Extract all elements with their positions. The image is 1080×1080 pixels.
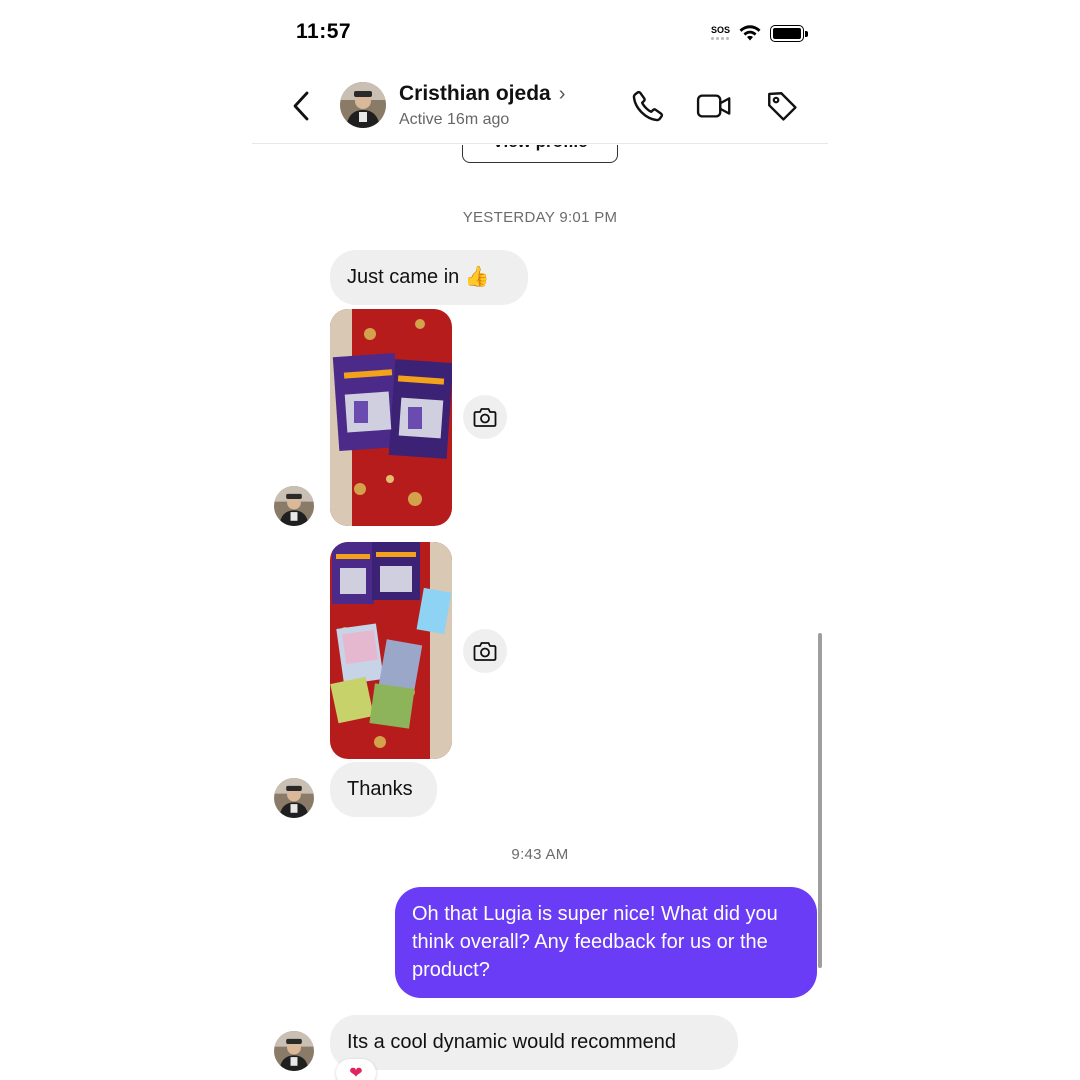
status-icons: SOS [711,24,808,42]
phone-icon [632,90,664,122]
heart-reaction[interactable]: ❤ [336,1059,376,1080]
incoming-message[interactable]: Its a cool dynamic would recommend [330,1015,738,1070]
battery-icon [770,24,808,42]
chat-header: Cristhian ojeda › Active 16m ago [252,66,828,144]
photo-message[interactable] [330,542,452,759]
sender-avatar[interactable] [274,778,314,818]
sos-indicator: SOS [711,26,730,40]
view-profile-button[interactable]: View profile [462,145,618,163]
back-icon [293,91,309,121]
outgoing-message[interactable]: Oh that Lugia is super nice! What did yo… [395,887,817,998]
wifi-icon [739,25,761,41]
tag-icon [768,92,797,121]
contact-active-status: Active 16m ago [399,111,510,128]
scrollbar[interactable] [818,633,822,968]
sender-avatar[interactable] [274,486,314,526]
timestamp-divider: 9:43 AM [511,846,569,863]
chat-thread[interactable]: View profile YESTERDAY 9:01 PM Just came… [252,145,828,1080]
message-text: Oh that Lugia is super nice! What did yo… [412,903,778,981]
video-call-button[interactable] [696,88,732,124]
save-photo-button[interactable] [463,629,507,673]
signal-dots-icon [711,37,730,40]
incoming-message[interactable]: Thanks [330,762,437,817]
sos-label: SOS [710,25,730,35]
message-text: Its a cool dynamic would recommend [347,1031,677,1053]
save-photo-button[interactable] [463,395,507,439]
message-text: Thanks [347,778,413,800]
label-button[interactable] [764,88,800,124]
back-button[interactable] [288,86,314,126]
sender-avatar[interactable] [274,1031,314,1071]
timestamp-divider: YESTERDAY 9:01 PM [462,209,618,226]
status-time: 11:57 [296,20,352,43]
message-text: Just came in 👍 [347,266,490,288]
contact-name-row[interactable]: Cristhian ojeda › [399,82,565,106]
camera-icon [473,408,497,427]
contact-name: Cristhian ojeda [399,82,551,105]
camera-icon [473,642,497,661]
contact-avatar[interactable] [340,82,386,128]
video-camera-icon [696,94,731,118]
chevron-right-icon: › [558,82,566,105]
heart-icon: ❤ [349,1065,363,1080]
voice-call-button[interactable] [630,88,666,124]
incoming-message[interactable]: Just came in 👍 [330,250,528,305]
photo-message[interactable] [330,309,452,526]
phone-screen: 11:57 SOS Cristhian ojeda › Active 16m a… [252,0,828,1080]
